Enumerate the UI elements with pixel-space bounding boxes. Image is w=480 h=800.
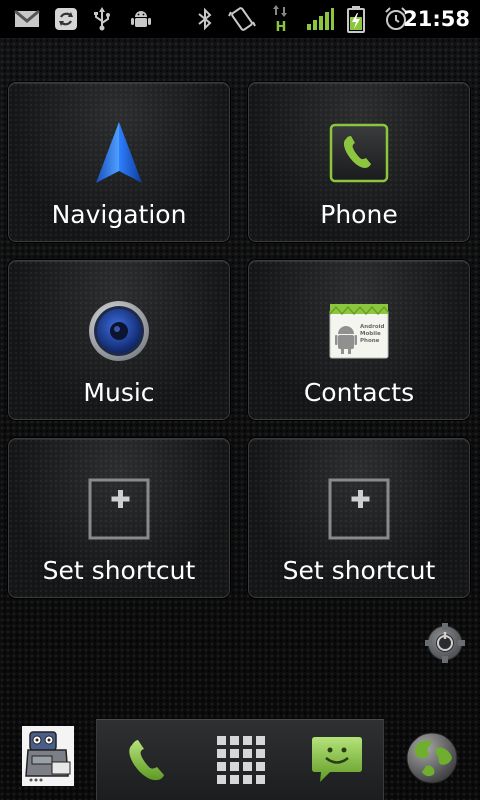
app-drawer-icon: [217, 736, 265, 784]
browser-globe-icon: [406, 732, 458, 784]
shortcut-label: Set shortcut: [282, 556, 436, 585]
dock-app-browser[interactable]: [404, 730, 460, 786]
shortcut-label: Music: [83, 378, 155, 407]
home-screen: H 21:58 Navigation Phone Music Android M…: [0, 0, 480, 800]
navigation-arrow-icon: [87, 121, 151, 185]
shortcut-music[interactable]: Music: [8, 260, 230, 420]
dock-messaging-button[interactable]: [307, 730, 367, 790]
shortcut-contacts[interactable]: Android Mobile Phone Contacts: [248, 260, 470, 420]
android-debug-icon: [130, 0, 152, 38]
status-clock: 21:58: [403, 7, 470, 31]
contacts-card-icon: Android Mobile Phone: [327, 299, 391, 363]
shortcut-label: Navigation: [51, 200, 187, 229]
phone-dock-icon: [129, 740, 164, 781]
battery-charging-icon: [346, 0, 366, 38]
vibrate-icon: [228, 0, 256, 38]
signal-icon: [306, 0, 334, 38]
phone-icon: [327, 121, 391, 185]
dock-app-robot[interactable]: [22, 726, 74, 786]
hspa-data-icon: H: [270, 0, 292, 38]
status-bar: H 21:58: [0, 0, 480, 38]
dock-phone-button[interactable]: [115, 730, 175, 790]
svg-text:H: H: [276, 20, 287, 33]
shortcut-navigation[interactable]: Navigation: [8, 82, 230, 242]
shortcut-label: Contacts: [303, 378, 415, 407]
shortcut-empty-slot[interactable]: Set shortcut: [8, 438, 230, 598]
speaker-icon: [87, 299, 151, 363]
shortcut-label: Phone: [320, 200, 398, 229]
gmail-icon: [14, 0, 40, 38]
dock-bar: [96, 719, 384, 800]
usb-icon: [92, 0, 112, 38]
shortcut-empty-slot[interactable]: Set shortcut: [248, 438, 470, 598]
app-drawer-button[interactable]: [211, 730, 271, 790]
sync-icon: [54, 0, 78, 38]
gear-icon: [425, 623, 465, 663]
messaging-icon: [312, 737, 362, 782]
add-shortcut-icon: [87, 477, 151, 541]
robot-app-icon: [22, 726, 74, 786]
car-home-settings-button[interactable]: [424, 622, 466, 664]
shortcut-phone[interactable]: Phone: [248, 82, 470, 242]
contacts-card-text: Android: [360, 324, 384, 330]
contacts-card-text: Mobile: [360, 331, 381, 337]
contacts-card-text: Phone: [360, 338, 380, 344]
bluetooth-icon: [196, 0, 214, 38]
shortcut-label: Set shortcut: [42, 556, 196, 585]
add-shortcut-icon: [327, 477, 391, 541]
